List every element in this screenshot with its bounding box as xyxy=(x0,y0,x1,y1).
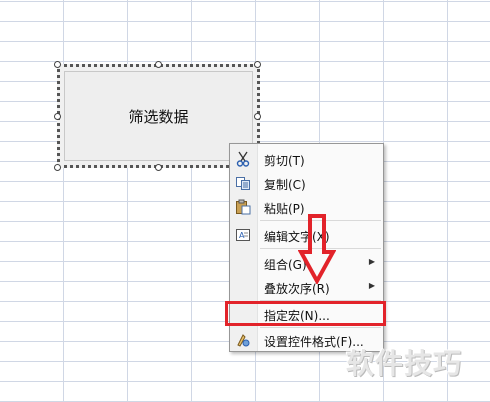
submenu-arrow-icon: ▶ xyxy=(368,281,375,290)
resize-handle-middle-right[interactable] xyxy=(254,113,261,120)
menu-item-label: 复制(C) xyxy=(264,178,306,192)
resize-handle-middle-left[interactable] xyxy=(54,113,61,120)
paste-icon xyxy=(236,199,251,215)
resize-handle-bottom-center[interactable] xyxy=(155,164,162,171)
scissors-icon xyxy=(236,151,250,167)
filter-data-button-label: 筛选数据 xyxy=(128,107,189,126)
format-control-icon xyxy=(237,334,250,347)
menu-item-label: 剪切(T) xyxy=(264,154,305,168)
resize-handle-bottom-left[interactable] xyxy=(54,164,61,171)
resize-handle-top-left[interactable] xyxy=(54,61,61,68)
highlight-box-assign-macro xyxy=(225,301,386,326)
filter-data-button[interactable]: 筛选数据 xyxy=(64,71,253,161)
resize-handle-top-center[interactable] xyxy=(155,61,162,68)
text-box-icon: A xyxy=(236,229,250,241)
copy-icon xyxy=(236,177,250,190)
down-arrow-icon xyxy=(298,214,336,284)
menu-item-cut[interactable]: 剪切(T) xyxy=(230,147,383,171)
resize-handle-top-right[interactable] xyxy=(254,61,261,68)
watermark: 软件技巧 xyxy=(346,347,463,380)
submenu-arrow-icon: ▶ xyxy=(368,257,375,266)
menu-item-copy[interactable]: 复制(C) xyxy=(230,171,383,195)
